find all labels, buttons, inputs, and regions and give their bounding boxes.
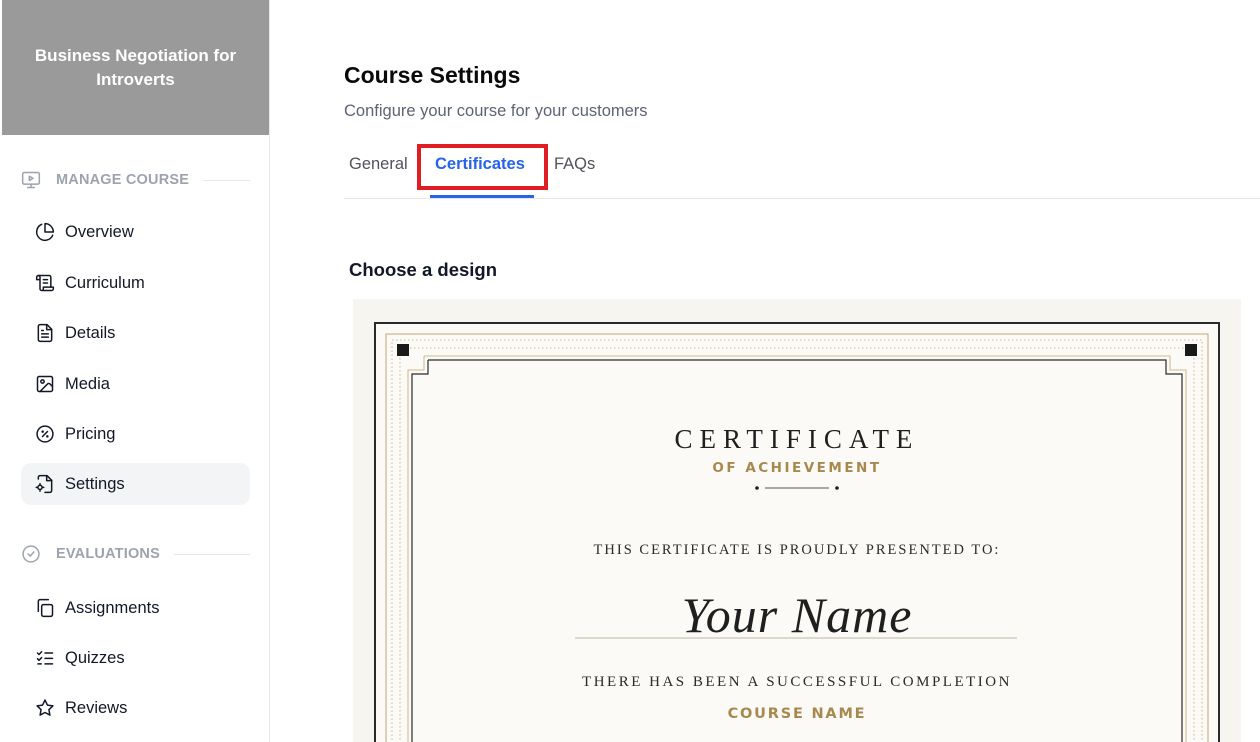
main-content: Course Settings Configure your course fo…: [344, 0, 1260, 742]
scroll-icon: [35, 273, 55, 293]
check-circle-icon: [21, 544, 41, 564]
sidebar-item-label: Pricing: [65, 424, 116, 443]
sidebar-item-label: Settings: [65, 474, 125, 493]
section-evaluations: EVALUATIONS: [21, 544, 250, 564]
image-icon: [35, 374, 55, 394]
file-cog-icon: [35, 474, 55, 494]
sidebar-item-settings[interactable]: Settings: [21, 463, 250, 505]
active-tab-indicator: [430, 195, 534, 198]
sidebar-item-label: Quizzes: [65, 648, 125, 667]
page-title: Course Settings: [344, 62, 521, 88]
sidebar: Business Negotiation for Introverts MANA…: [0, 0, 270, 742]
sidebar-item-assignments[interactable]: Assignments: [21, 587, 250, 629]
tab-general[interactable]: General: [349, 155, 408, 174]
page-subtitle: Configure your course for your customers: [344, 102, 648, 120]
sidebar-item-label: Media: [65, 374, 110, 393]
pie-chart-icon: [35, 222, 55, 242]
certificate-title: CERTIFICATE: [674, 424, 920, 454]
design-section-label: Choose a design: [349, 259, 498, 280]
presentation-icon: [21, 170, 41, 190]
star-icon: [35, 698, 55, 718]
sidebar-item-curriculum[interactable]: Curriculum: [21, 262, 250, 304]
highlight-box: [417, 144, 548, 190]
section-divider: [173, 553, 250, 555]
sidebar-item-reviews[interactable]: Reviews: [21, 687, 250, 729]
list-checks-icon: [35, 648, 55, 668]
sidebar-item-overview[interactable]: Overview: [21, 211, 250, 253]
certificate-subtitle: OF ACHIEVEMENT: [712, 460, 882, 476]
section-label: MANAGE COURSE: [56, 172, 190, 188]
badge-percent-icon: [35, 424, 55, 444]
sidebar-item-label: Curriculum: [65, 273, 145, 292]
sidebar-item-media[interactable]: Media: [21, 363, 250, 405]
sidebar-item-label: Details: [65, 323, 116, 342]
certificate-recipient-name: Your Name: [681, 587, 913, 643]
app-root: Business Negotiation for Introverts MANA…: [0, 0, 1260, 742]
certificate-preview: CERTIFICATE OF ACHIEVEMENT THIS CERTIFIC…: [374, 322, 1220, 742]
tab-faqs[interactable]: FAQs: [554, 155, 595, 174]
sidebar-item-label: Reviews: [65, 698, 128, 717]
section-label: EVALUATIONS: [56, 546, 160, 562]
sidebar-item-label: Assignments: [65, 598, 160, 617]
sidebar-item-pricing[interactable]: Pricing: [21, 413, 250, 455]
certificate-presented-text: THIS CERTIFICATE IS PROUDLY PRESENTED TO…: [593, 542, 1001, 558]
copy-icon: [35, 598, 55, 618]
certificate-design-card[interactable]: CERTIFICATE OF ACHIEVEMENT THIS CERTIFIC…: [353, 299, 1241, 742]
file-text-icon: [35, 323, 55, 343]
sidebar-item-details[interactable]: Details: [21, 312, 250, 354]
course-title: Business Negotiation for Introverts: [34, 45, 237, 89]
certificate-completion-text: THERE HAS BEEN A SUCCESSFUL COMPLETION: [582, 674, 1012, 690]
certificate-course-name: COURSE NAME: [727, 706, 867, 722]
course-header: Business Negotiation for Introverts: [2, 0, 269, 135]
section-divider: [203, 179, 250, 181]
sidebar-item-label: Overview: [65, 222, 134, 241]
section-manage-course: MANAGE COURSE: [21, 170, 250, 190]
settings-tabs: General Certificates FAQs: [344, 142, 1260, 199]
sidebar-item-quizzes[interactable]: Quizzes: [21, 637, 250, 679]
